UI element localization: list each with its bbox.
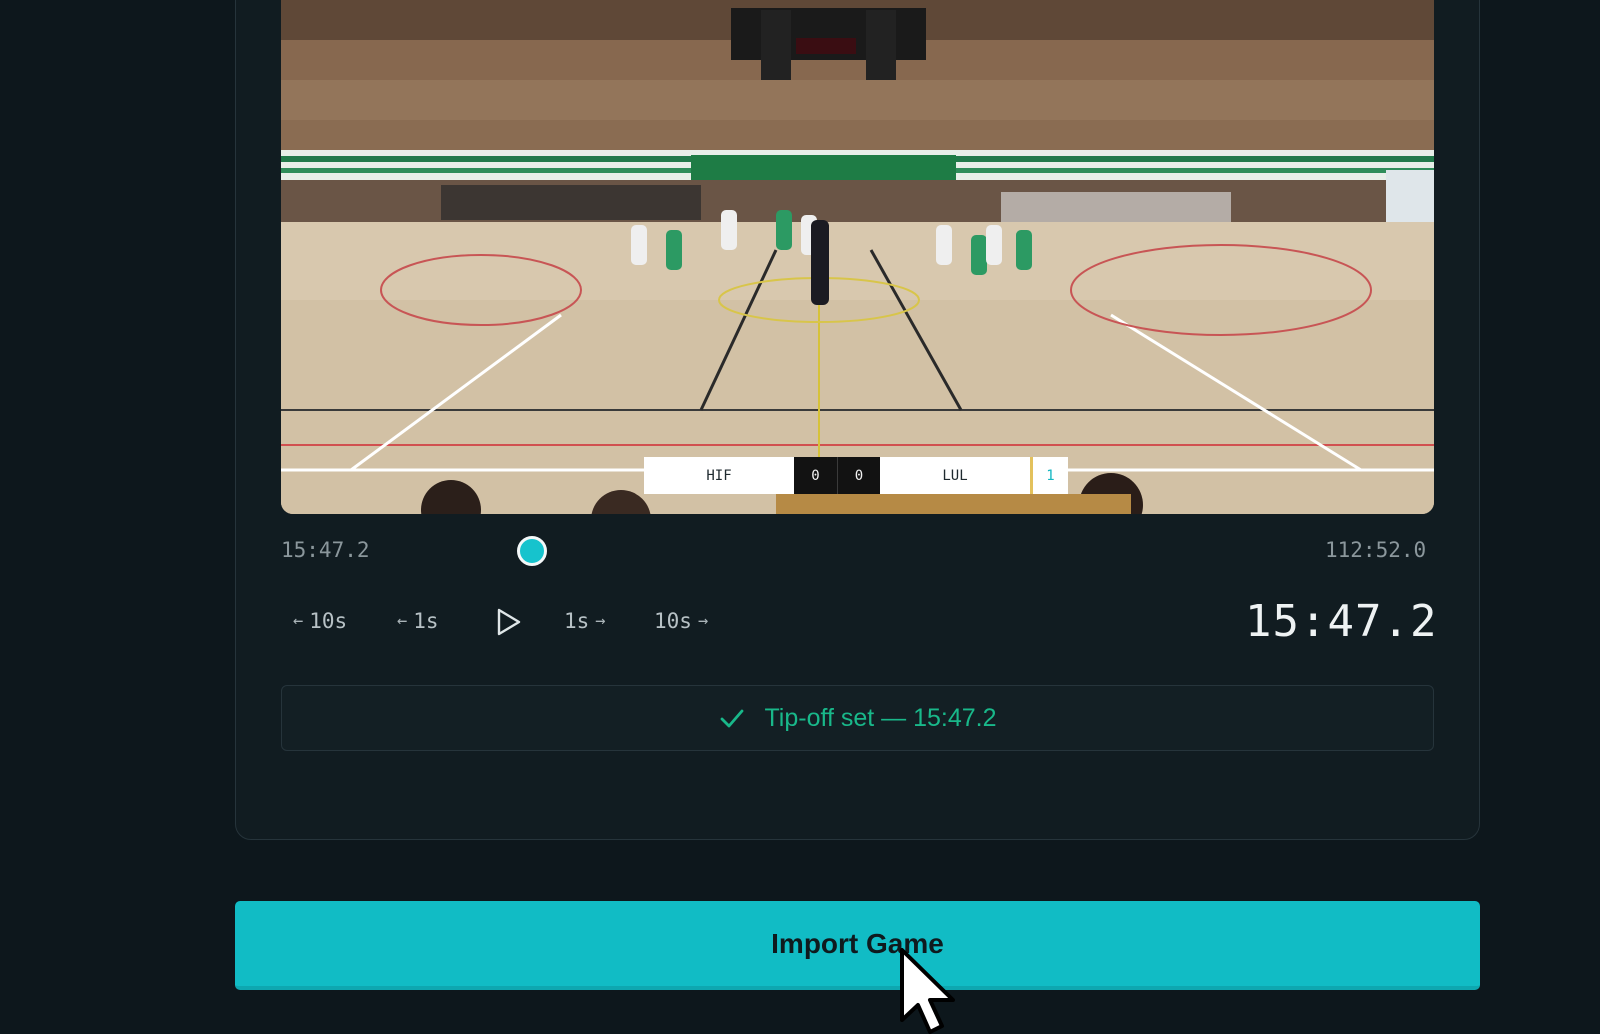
back-10s-label: 10s: [309, 609, 348, 633]
arrow-left-icon: ←: [293, 611, 304, 631]
tipoff-status-bar: Tip-off set — 15:47.2: [281, 685, 1434, 751]
check-icon: [721, 709, 744, 728]
arrow-right-icon: →: [697, 611, 709, 631]
import-game-label: Import Game: [771, 927, 944, 959]
home-score: 0: [794, 457, 837, 494]
end-time-label: 112:52.0: [1325, 538, 1427, 562]
score-overlay: HIF 0 0 LUL 1: [644, 457, 1068, 494]
forward-10s-button[interactable]: 10s →: [654, 600, 708, 642]
import-game-button[interactable]: Import Game: [235, 901, 1480, 990]
back-10s-button[interactable]: ← 10s: [293, 600, 347, 642]
home-team-label: HIF: [644, 457, 794, 494]
playhead-time-display: 15:47.2: [1245, 596, 1438, 647]
back-1s-label: 1s: [413, 609, 439, 633]
video-frame: [281, 0, 1434, 514]
video-player[interactable]: [281, 0, 1434, 514]
forward-10s-label: 10s: [654, 609, 692, 633]
away-score: 0: [837, 457, 880, 494]
arrow-right-icon: →: [595, 611, 606, 631]
back-1s-button[interactable]: ← 1s: [397, 600, 439, 642]
current-time-label: 15:47.2: [281, 538, 370, 562]
period-indicator: 1: [1030, 457, 1068, 494]
forward-1s-label: 1s: [564, 609, 590, 633]
away-team-label: LUL: [880, 457, 1030, 494]
tipoff-status-text: Tip-off set — 15:47.2: [764, 703, 997, 732]
play-icon[interactable]: [493, 607, 523, 637]
forward-1s-button[interactable]: 1s →: [564, 600, 606, 642]
arrow-left-icon: ←: [397, 611, 408, 631]
